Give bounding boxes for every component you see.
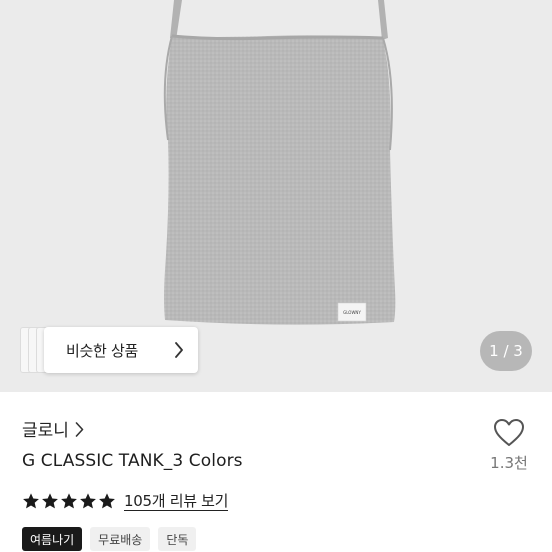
- tank-label-text: GLOWNY: [343, 310, 361, 315]
- tank-strap-left: [170, 0, 182, 40]
- review-link[interactable]: 105개 리뷰 보기: [124, 492, 228, 511]
- tag-summer: 여름나기: [22, 527, 83, 551]
- star-icon: [61, 493, 77, 509]
- brand-name: 글로니: [22, 421, 69, 441]
- like-button[interactable]: 1.3천: [486, 418, 532, 484]
- tag-list: 여름나기 무료배송 단독: [22, 527, 204, 551]
- product-title: G CLASSIC TANK_3 Colors: [22, 451, 243, 471]
- similar-products-button[interactable]: 비슷한 상품: [44, 327, 198, 373]
- heart-outline-icon: [494, 419, 524, 446]
- star-icon: [80, 493, 96, 509]
- chevron-right-icon: [75, 421, 84, 437]
- chevron-right-icon: [175, 342, 183, 358]
- tag-exclusive: 단독: [158, 527, 197, 551]
- star-icon: [42, 493, 58, 509]
- tank-strap-right: [378, 0, 388, 40]
- tag-free-shipping: 무료배송: [90, 527, 151, 551]
- like-count: 1.3천: [490, 454, 528, 472]
- star-icon: [23, 493, 39, 509]
- rating-row[interactable]: 105개 리뷰 보기: [22, 490, 228, 512]
- image-counter: 1 / 3: [480, 331, 532, 371]
- similar-products-label: 비슷한 상품: [66, 341, 138, 360]
- rating-stars: [22, 492, 117, 510]
- star-icon: [99, 493, 115, 509]
- tank-body: [164, 35, 396, 325]
- product-image-carousel[interactable]: GLOWNY 비슷한 상품 1 / 3: [0, 0, 552, 392]
- brand-link[interactable]: 글로니: [22, 416, 84, 441]
